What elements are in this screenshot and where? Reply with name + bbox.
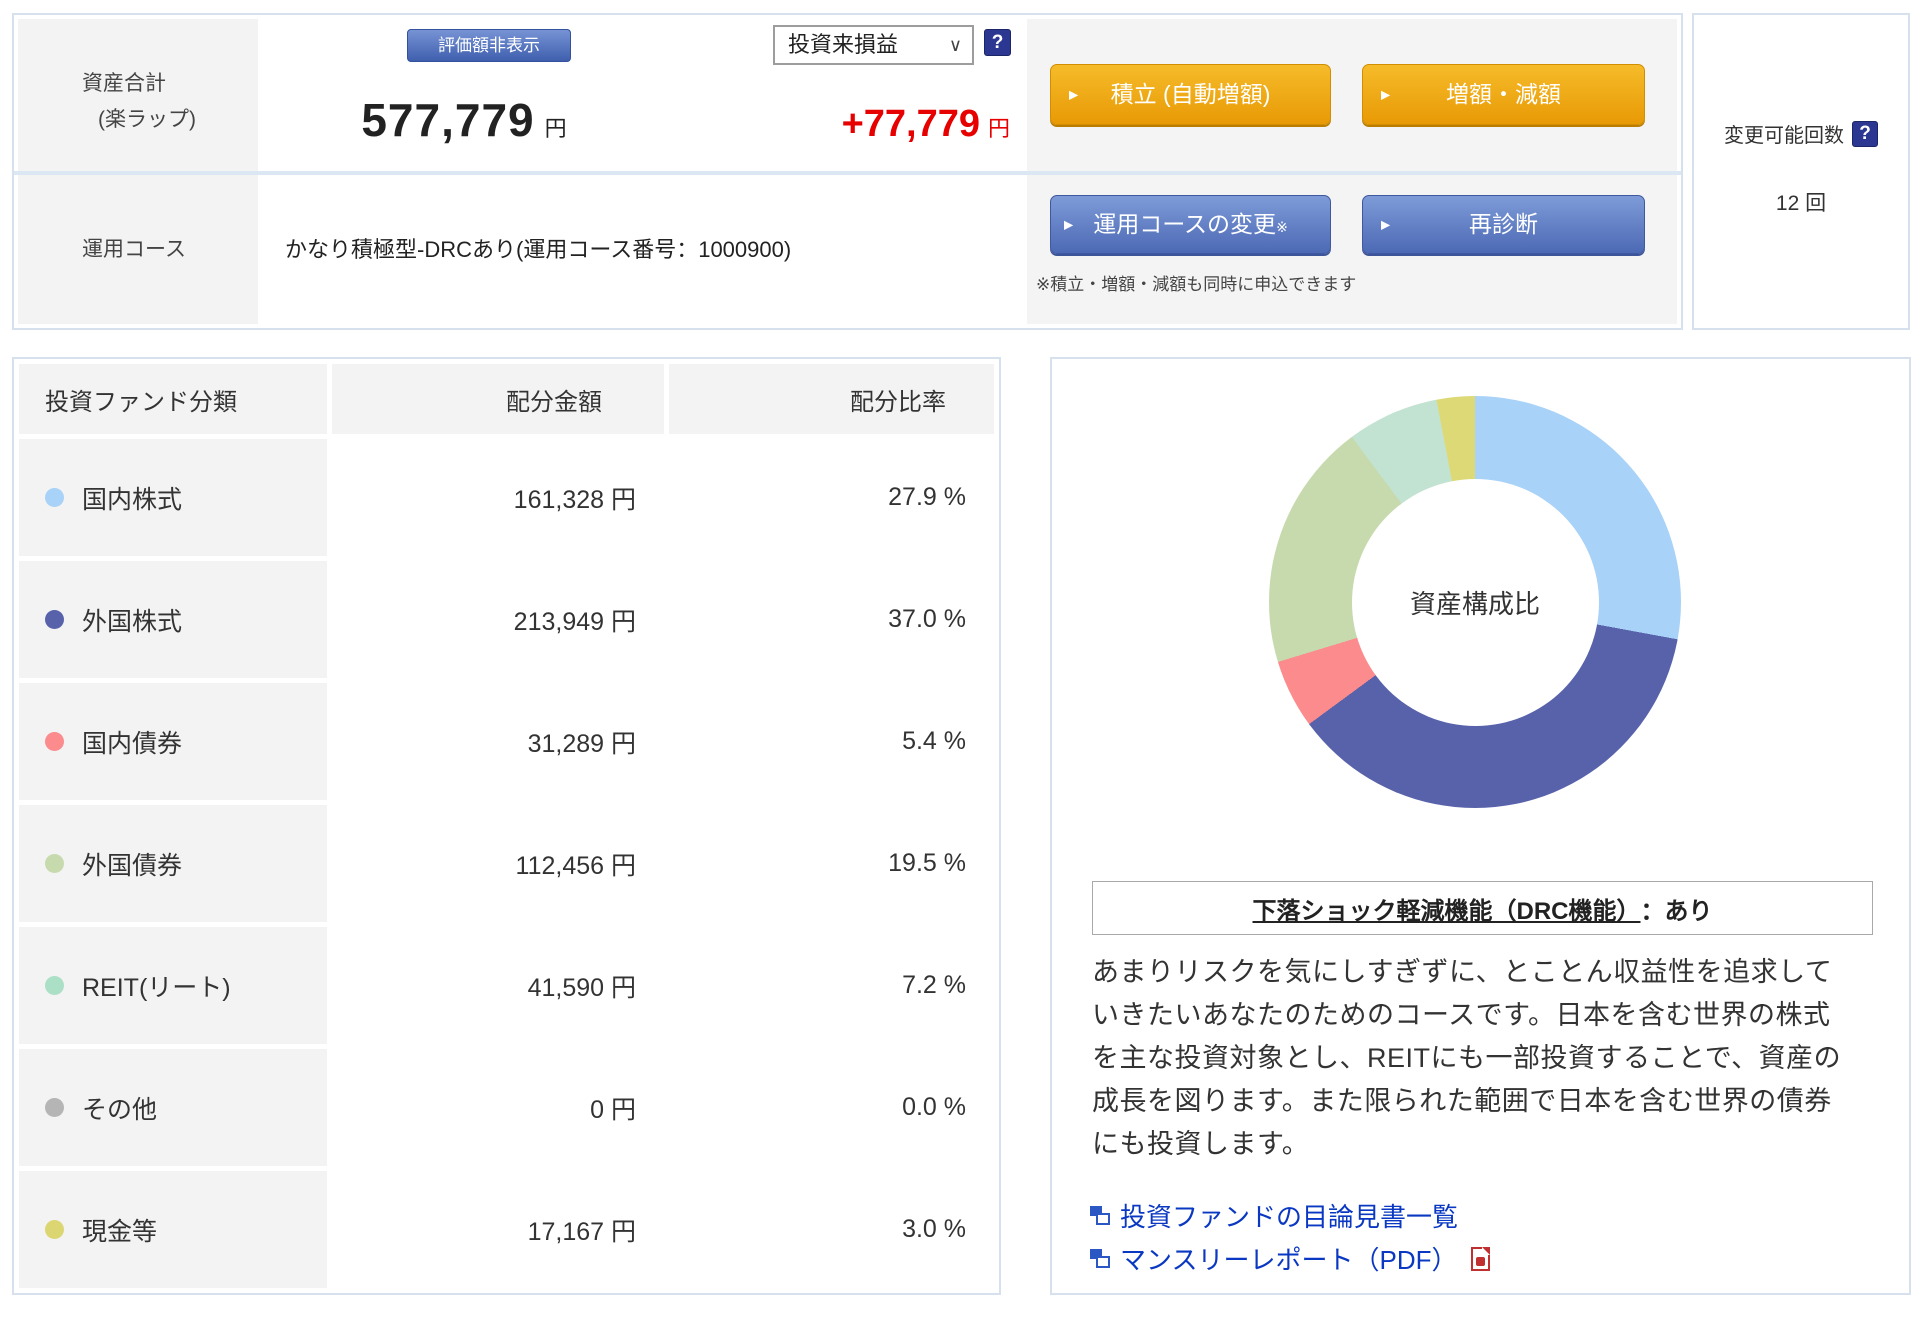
total-asset-amount: 577,779 円 xyxy=(254,93,674,147)
zougaku-button-label: 増額・減額 xyxy=(1446,81,1561,107)
allocation-table: 投資ファンド分類 配分金額 配分比率 国内株式 161,328 円 27.9 %… xyxy=(19,364,994,1288)
category-name: 国内株式 xyxy=(82,485,183,514)
table-row-ratio: 19.5 % xyxy=(669,805,994,922)
asset-total-label-line2: (楽ラップ) xyxy=(98,108,196,131)
asset-composition-donut-chart: 資産構成比 xyxy=(1269,396,1681,808)
course-change-note-mark: ※ xyxy=(1276,219,1288,235)
drc-status: ：あり xyxy=(1640,897,1713,925)
table-row-amount: 213,949 円 xyxy=(332,561,664,678)
profit-loss-help-icon[interactable]: ? xyxy=(984,29,1011,56)
table-row-amount: 161,328 円 xyxy=(332,439,664,556)
course-change-label: 運用コースの変更 xyxy=(1093,211,1277,237)
header-allocation-amount: 配分金額 xyxy=(332,364,664,434)
table-row-ratio: 7.2 % xyxy=(669,927,994,1044)
table-row-amount: 0 円 xyxy=(332,1049,664,1166)
course-value: かなり積極型-DRCあり(運用コース番号：1000900) xyxy=(285,237,792,262)
chevron-down-icon: ∨ xyxy=(948,35,962,55)
course-change-button[interactable]: ▶ 運用コースの変更※ xyxy=(1050,195,1331,254)
drc-feature-box: 下落ショック軽減機能（DRC機能） ：あり xyxy=(1092,881,1873,935)
header-allocation-ratio: 配分比率 xyxy=(669,364,994,434)
rediagnose-label: 再診断 xyxy=(1469,211,1538,237)
change-count-label: 変更可能回数 xyxy=(1724,125,1844,147)
course-description: あまりリスクを気にしすぎずに、とことん収益性を追求して いきたいあなたのためのコ… xyxy=(1092,957,1842,1159)
hide-valuation-button[interactable]: 評価額非表示 xyxy=(407,29,571,62)
category-dot xyxy=(45,610,64,629)
change-count-row: 変更可能回数? xyxy=(1694,119,1908,148)
header-fund-category: 投資ファンド分類 xyxy=(19,364,327,434)
arrow-right-icon: ▶ xyxy=(1069,87,1079,101)
table-row-ratio: 27.9 % xyxy=(669,439,994,556)
profit-loss-unit: 円 xyxy=(987,116,1010,141)
category-dot xyxy=(45,976,64,995)
page: 資産合計 (楽ラップ) 評価額非表示 577,779 円 投資来損益 ∨ ? +7… xyxy=(0,0,1922,1320)
arrow-right-icon: ▶ xyxy=(1381,87,1391,101)
monthly-report-link-label: マンスリーレポート（PDF） xyxy=(1120,1245,1458,1275)
category-dot xyxy=(45,488,64,507)
total-amount-unit: 円 xyxy=(544,116,567,141)
asset-composition-card: 資産構成比 下落ショック軽減機能（DRC機能） ：あり あまりリスクを気にしすぎず… xyxy=(1050,357,1911,1295)
table-row-label: REIT(リート) xyxy=(19,927,327,1044)
arrow-right-icon: ▶ xyxy=(1381,217,1391,231)
course-row-label: 運用コース xyxy=(18,175,258,324)
table-row-ratio: 0.0 % xyxy=(669,1049,994,1166)
donut-center-label: 資産構成比 xyxy=(1409,588,1540,619)
zougaku-gengaku-button[interactable]: ▶ 増額・減額 xyxy=(1362,64,1645,125)
table-row-label: 外国株式 xyxy=(19,561,327,678)
category-dot xyxy=(45,1220,64,1239)
allocation-table-card: 投資ファンド分類 配分金額 配分比率 国内株式 161,328 円 27.9 %… xyxy=(12,357,1001,1295)
tsumitate-button[interactable]: ▶ 積立 (自動増額) xyxy=(1050,64,1331,125)
tsumitate-button-label: 積立 (自動増額) xyxy=(1110,81,1271,107)
prospectus-link[interactable]: 投資ファンドの目論見書一覧 xyxy=(1090,1197,1458,1234)
profit-loss-value: +77,779 xyxy=(841,103,980,145)
category-dot xyxy=(45,854,64,873)
table-row-label: 国内株式 xyxy=(19,439,327,556)
asset-total-label: 資産合計 (楽ラップ) xyxy=(18,19,258,171)
table-row-amount: 31,289 円 xyxy=(332,683,664,800)
asset-summary-card: 資産合計 (楽ラップ) 評価額非表示 577,779 円 投資来損益 ∨ ? +7… xyxy=(12,13,1683,330)
asset-total-label-line1: 資産合計 xyxy=(82,72,166,95)
row-divider xyxy=(14,171,1681,175)
donut-hole: 資産構成比 xyxy=(1351,478,1599,726)
table-row-label: 国内債券 xyxy=(19,683,327,800)
prospectus-link-label: 投資ファンドの目論見書一覧 xyxy=(1120,1202,1459,1232)
table-row-label: 現金等 xyxy=(19,1171,327,1288)
category-dot xyxy=(45,732,64,751)
table-row-amount: 112,456 円 xyxy=(332,805,664,922)
table-row-label: 外国債券 xyxy=(19,805,327,922)
pdf-icon xyxy=(1471,1246,1491,1271)
table-row-amount: 17,167 円 xyxy=(332,1171,664,1288)
change-count-value: 12 回 xyxy=(1775,192,1827,215)
category-name: 外国株式 xyxy=(82,607,183,636)
total-amount-value: 577,779 xyxy=(361,94,535,146)
simultaneous-apply-note: ※積立・増額・減額も同時に申込できます xyxy=(1036,275,1357,294)
drc-heading: 下落ショック軽減機能（DRC機能） xyxy=(1252,897,1641,925)
category-name: 外国債券 xyxy=(82,851,183,880)
category-name: 現金等 xyxy=(82,1217,158,1246)
profit-loss-amount: +77,779 円 xyxy=(674,103,1010,146)
table-row-ratio: 3.0 % xyxy=(669,1171,994,1288)
category-dot xyxy=(45,1098,64,1117)
rediagnose-button[interactable]: ▶ 再診断 xyxy=(1362,195,1645,254)
table-row-amount: 41,590 円 xyxy=(332,927,664,1044)
table-row-ratio: 37.0 % xyxy=(669,561,994,678)
profit-loss-period-value: 投資来損益 xyxy=(788,32,899,57)
category-name: 国内債券 xyxy=(82,729,183,758)
monthly-report-link[interactable]: マンスリーレポート（PDF） xyxy=(1090,1240,1491,1277)
table-row-label: その他 xyxy=(19,1049,327,1166)
profit-loss-period-select[interactable]: 投資来損益 ∨ xyxy=(773,25,974,65)
change-count-panel: 変更可能回数? 12 回 xyxy=(1692,13,1910,330)
arrow-right-icon: ▶ xyxy=(1064,217,1074,231)
category-name: その他 xyxy=(82,1095,158,1124)
table-row-ratio: 5.4 % xyxy=(669,683,994,800)
popup-window-icon xyxy=(1090,1249,1110,1268)
popup-window-icon xyxy=(1090,1206,1110,1225)
category-name: REIT(リート) xyxy=(82,973,231,1002)
change-count-help-icon[interactable]: ? xyxy=(1852,120,1878,147)
